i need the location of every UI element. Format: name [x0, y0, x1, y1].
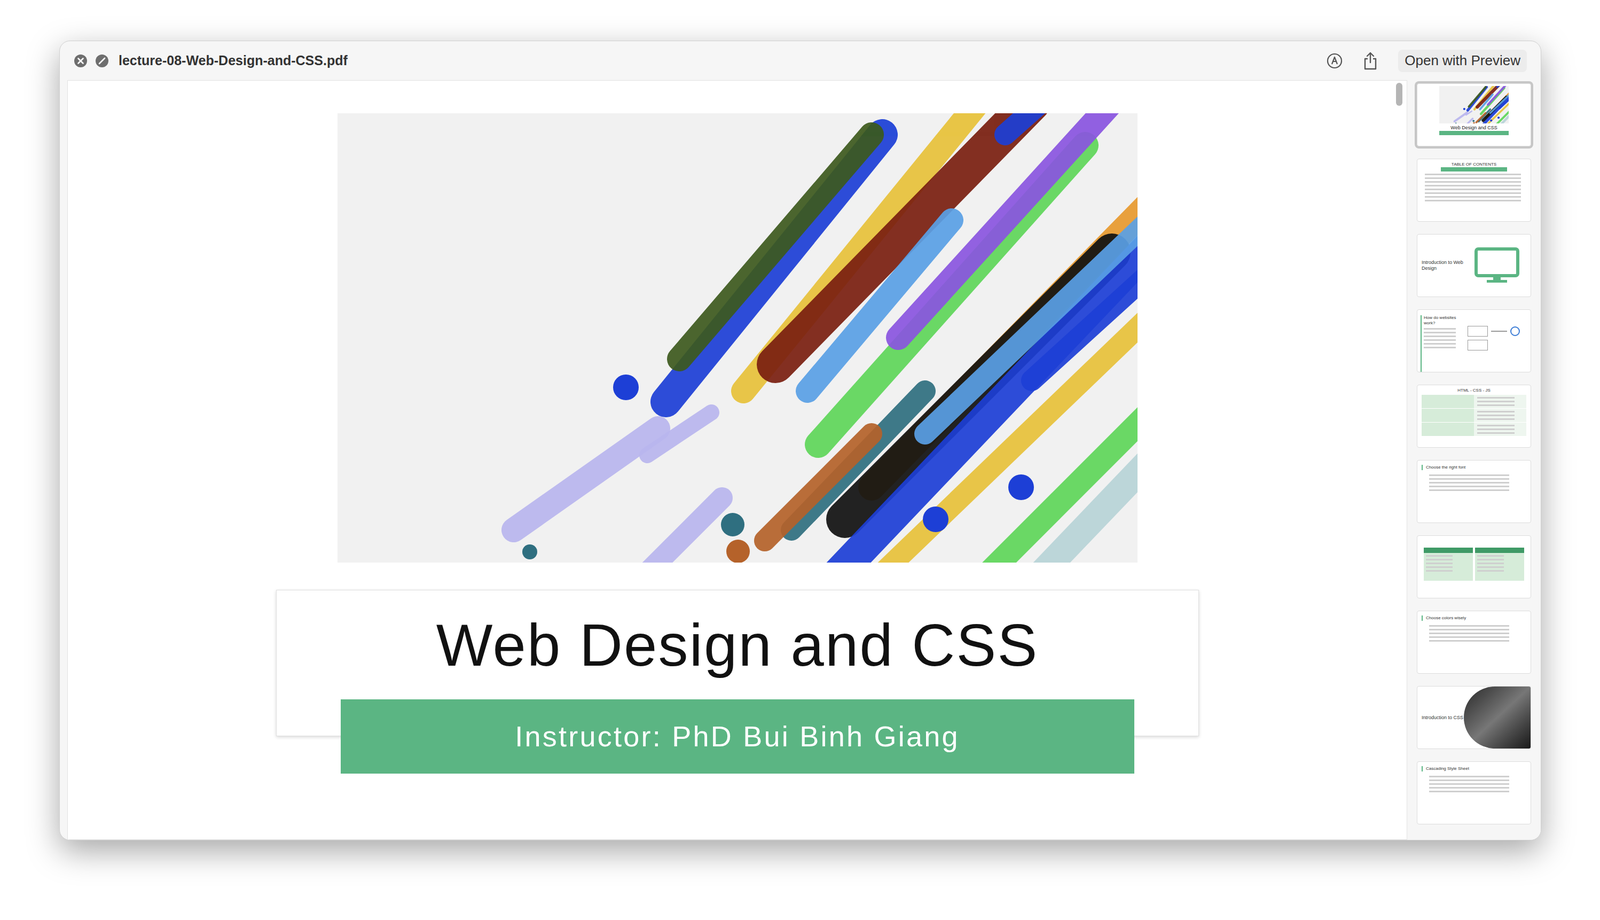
open-with-preview-button[interactable]: Open with Preview: [1398, 49, 1527, 73]
page-thumbnail[interactable]: Introduction to CSS: [1416, 685, 1532, 749]
cover-illustration: [337, 113, 1138, 563]
title-bar: lecture-08-Web-Design-and-CSS.pdf Open wi…: [59, 41, 1541, 81]
scrollbar-thumb[interactable]: [1395, 82, 1403, 106]
page-thumbnail[interactable]: HTML - CSS - JS: [1416, 384, 1532, 448]
page-thumbnail[interactable]: Cascading Style Sheet: [1416, 761, 1532, 825]
thumbnail-art: [1439, 85, 1509, 124]
content: Web Design and CSS Instructor: PhD Bui Bi…: [59, 80, 1541, 840]
share-icon[interactable]: [1362, 51, 1378, 70]
photo: [1463, 686, 1531, 749]
monitor-icon: [1472, 246, 1521, 285]
page-thumbnail[interactable]: Introduction to Web Design: [1416, 233, 1532, 297]
page-thumbnail[interactable]: [1416, 535, 1532, 599]
markup-icon[interactable]: [1326, 52, 1343, 69]
document-view: Web Design and CSS Instructor: PhD Bui Bi…: [67, 80, 1408, 840]
thumbnail-sidebar: Web Design and CSS TABLE OF CONTENTS Intro…: [1407, 80, 1541, 840]
instructor-bar: Instructor: PhD Bui Binh Giang: [340, 699, 1135, 774]
instructor-text: Instructor: PhD Bui Binh Giang: [514, 714, 960, 758]
close-icon[interactable]: [73, 53, 88, 68]
page-thumbnail[interactable]: Choose colors wisely: [1416, 610, 1532, 674]
page-thumbnail[interactable]: Web Design and CSS: [1416, 83, 1532, 147]
fullscreen-icon[interactable]: [95, 53, 109, 68]
page-thumbnail[interactable]: How do websites work?: [1416, 309, 1532, 373]
page-thumbnail[interactable]: TABLE OF CONTENTS: [1416, 158, 1532, 222]
slide-title: Web Design and CSS: [436, 600, 1039, 690]
desktop: lecture-08-Web-Design-and-CSS.pdf Open wi…: [0, 0, 1600, 920]
quicklook-window: lecture-08-Web-Design-and-CSS.pdf Open wi…: [59, 40, 1542, 841]
window-title: lecture-08-Web-Design-and-CSS.pdf: [118, 50, 348, 72]
page-thumbnail[interactable]: Choose the right font: [1416, 459, 1532, 523]
